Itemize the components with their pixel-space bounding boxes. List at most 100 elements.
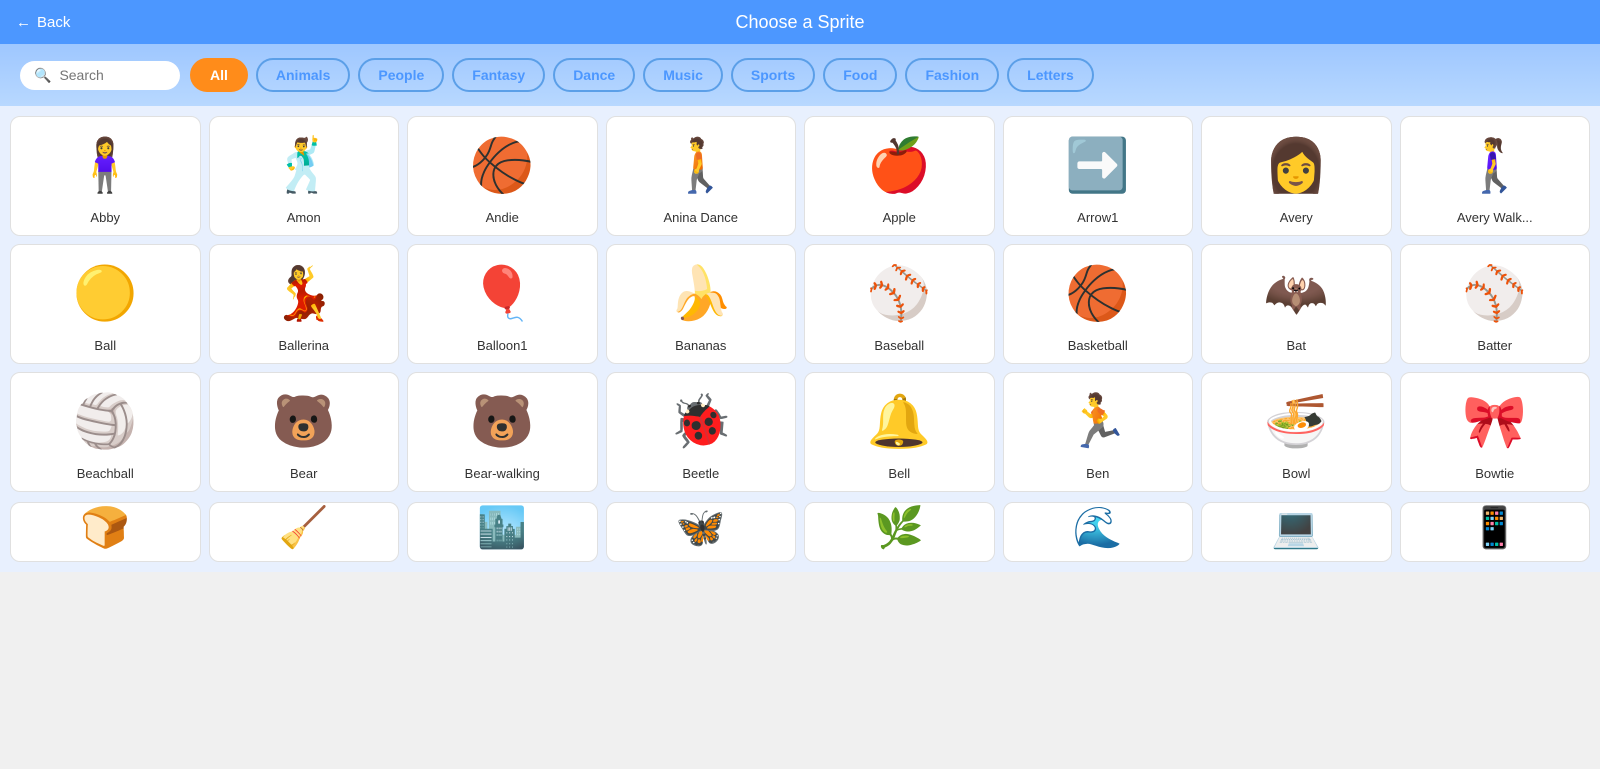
sprite-label: Baseball	[874, 338, 924, 353]
sprite-card[interactable]: 🟡 Ball	[10, 244, 201, 364]
filter-buttons: AllAnimalsPeopleFantasyDanceMusicSportsF…	[190, 58, 1094, 92]
search-input[interactable]	[59, 67, 159, 83]
sprite-image: 🎀	[1407, 383, 1584, 460]
sprite-card[interactable]: 🚶 Anina Dance	[606, 116, 797, 236]
sprite-image: 🚶‍♀️	[1407, 127, 1584, 204]
sprite-image-partial: 🍞	[17, 504, 194, 551]
sprite-card[interactable]: 🐻Bear-walking	[407, 372, 598, 492]
back-arrow-icon: ←	[16, 14, 31, 31]
sprite-card[interactable]: 🔔 Bell	[804, 372, 995, 492]
sprite-label: Bananas	[675, 338, 726, 353]
sprite-label: Balloon1	[477, 338, 528, 353]
sprite-image: 🏀	[1010, 255, 1187, 332]
filter-btn-fantasy[interactable]: Fantasy	[452, 58, 545, 92]
sprite-card[interactable]: 🏐 Beachball	[10, 372, 201, 492]
sprite-image: ⚾	[1407, 255, 1584, 332]
filter-btn-sports[interactable]: Sports	[731, 58, 815, 92]
sprite-image: 🍎	[811, 127, 988, 204]
page-title: Choose a Sprite	[735, 12, 864, 33]
sprite-label: Batter	[1477, 338, 1512, 353]
sprite-card[interactable]: 🎈 Balloon1	[407, 244, 598, 364]
sprite-card-partial[interactable]: 🧹	[209, 502, 400, 562]
sprite-label: Avery	[1280, 210, 1313, 225]
sprite-image: 🎈	[414, 255, 591, 332]
sprite-card[interactable]: 🐻 Bear	[209, 372, 400, 492]
sprite-image: 🍜	[1208, 383, 1385, 460]
sprite-card[interactable]: 🐞Beetle	[606, 372, 797, 492]
sprite-image: 🟡	[17, 255, 194, 332]
sprite-image: 🦇	[1208, 255, 1385, 332]
sprite-card-partial[interactable]: 🍞	[10, 502, 201, 562]
sprite-card[interactable]: 🍜 Bowl	[1201, 372, 1392, 492]
sprite-label: Bowl	[1282, 466, 1310, 481]
sprite-card-partial[interactable]: 🌊	[1003, 502, 1194, 562]
search-icon: 🔍	[34, 67, 51, 84]
filter-btn-dance[interactable]: Dance	[553, 58, 635, 92]
sprite-label: Bat	[1286, 338, 1306, 353]
sprite-card[interactable]: 🏀 Andie	[407, 116, 598, 236]
filter-btn-music[interactable]: Music	[643, 58, 723, 92]
sprite-image: 🔔	[811, 383, 988, 460]
sprite-image-partial: 🏙️	[414, 504, 591, 551]
sprite-image: 🐻	[216, 383, 393, 460]
sprite-label: Bear-walking	[465, 466, 540, 481]
sprite-label: Avery Walk...	[1457, 210, 1533, 225]
sprite-image: 🍌	[613, 255, 790, 332]
sprite-card-partial[interactable]: 📱	[1400, 502, 1591, 562]
sprite-label: Ballerina	[278, 338, 329, 353]
sprite-card[interactable]: 🏀 Basketball	[1003, 244, 1194, 364]
header: ← Back Choose a Sprite	[0, 0, 1600, 44]
sprite-image: 🕺	[216, 127, 393, 204]
sprite-label: Amon	[287, 210, 321, 225]
filter-bar: 🔍 AllAnimalsPeopleFantasyDanceMusicSport…	[0, 44, 1600, 106]
sprite-card[interactable]: 💃 Ballerina	[209, 244, 400, 364]
sprite-image: 🏃	[1010, 383, 1187, 460]
sprite-card[interactable]: 🕺 Amon	[209, 116, 400, 236]
sprite-card[interactable]: 🍎 Apple	[804, 116, 995, 236]
search-box: 🔍	[20, 61, 180, 90]
filter-btn-letters[interactable]: Letters	[1007, 58, 1094, 92]
sprite-image: 🧍‍♀️	[17, 127, 194, 204]
filter-btn-fashion[interactable]: Fashion	[905, 58, 999, 92]
sprite-image: 🚶	[613, 127, 790, 204]
filter-btn-animals[interactable]: Animals	[256, 58, 350, 92]
sprite-label: Apple	[883, 210, 916, 225]
sprite-card-partial[interactable]: 🦋	[606, 502, 797, 562]
sprite-label: Arrow1	[1077, 210, 1118, 225]
sprite-grid: 🧍‍♀️ Abby 🕺 Amon 🏀 Andie 🚶 Anina Dance 🍎 Apple ➡️ A…	[0, 106, 1600, 502]
sprite-label: Bowtie	[1475, 466, 1514, 481]
sprite-card[interactable]: 🍌 Bananas	[606, 244, 797, 364]
sprite-label: Andie	[486, 210, 519, 225]
sprite-label: Anina Dance	[664, 210, 738, 225]
sprite-card-partial[interactable]: 🏙️	[407, 502, 598, 562]
sprite-card[interactable]: ➡️ Arrow1	[1003, 116, 1194, 236]
sprite-image-partial: 🦋	[613, 504, 790, 551]
sprite-image: 🏀	[414, 127, 591, 204]
sprite-card[interactable]: ⚾ Batter	[1400, 244, 1591, 364]
filter-btn-all[interactable]: All	[190, 58, 248, 92]
sprite-label: Abby	[90, 210, 120, 225]
back-button[interactable]: ← Back	[16, 14, 70, 31]
sprite-image-partial: 📱	[1407, 504, 1584, 551]
sprite-card-partial[interactable]: 🌿	[804, 502, 995, 562]
sprite-card[interactable]: 🎀 Bowtie	[1400, 372, 1591, 492]
filter-btn-food[interactable]: Food	[823, 58, 897, 92]
sprite-label: Bear	[290, 466, 317, 481]
sprite-grid-bottom: 🍞 🧹 🏙️ 🦋 🌿 🌊💻 📱	[0, 502, 1600, 572]
sprite-image: 💃	[216, 255, 393, 332]
sprite-card[interactable]: 🚶‍♀️ Avery Walk...	[1400, 116, 1591, 236]
sprite-card[interactable]: 🏃Ben	[1003, 372, 1194, 492]
sprite-label: Bell	[888, 466, 910, 481]
sprite-label: Beachball	[77, 466, 134, 481]
sprite-card[interactable]: 🦇 Bat	[1201, 244, 1392, 364]
sprite-image: 🏐	[17, 383, 194, 460]
sprite-card[interactable]: 🧍‍♀️ Abby	[10, 116, 201, 236]
sprite-image: ➡️	[1010, 127, 1187, 204]
sprite-image-partial: 🌿	[811, 504, 988, 551]
filter-btn-people[interactable]: People	[358, 58, 444, 92]
sprite-label: Ball	[94, 338, 116, 353]
sprite-card[interactable]: 👩Avery	[1201, 116, 1392, 236]
sprite-card-partial[interactable]: 💻	[1201, 502, 1392, 562]
sprite-label: Basketball	[1068, 338, 1128, 353]
sprite-card[interactable]: ⚾Baseball	[804, 244, 995, 364]
